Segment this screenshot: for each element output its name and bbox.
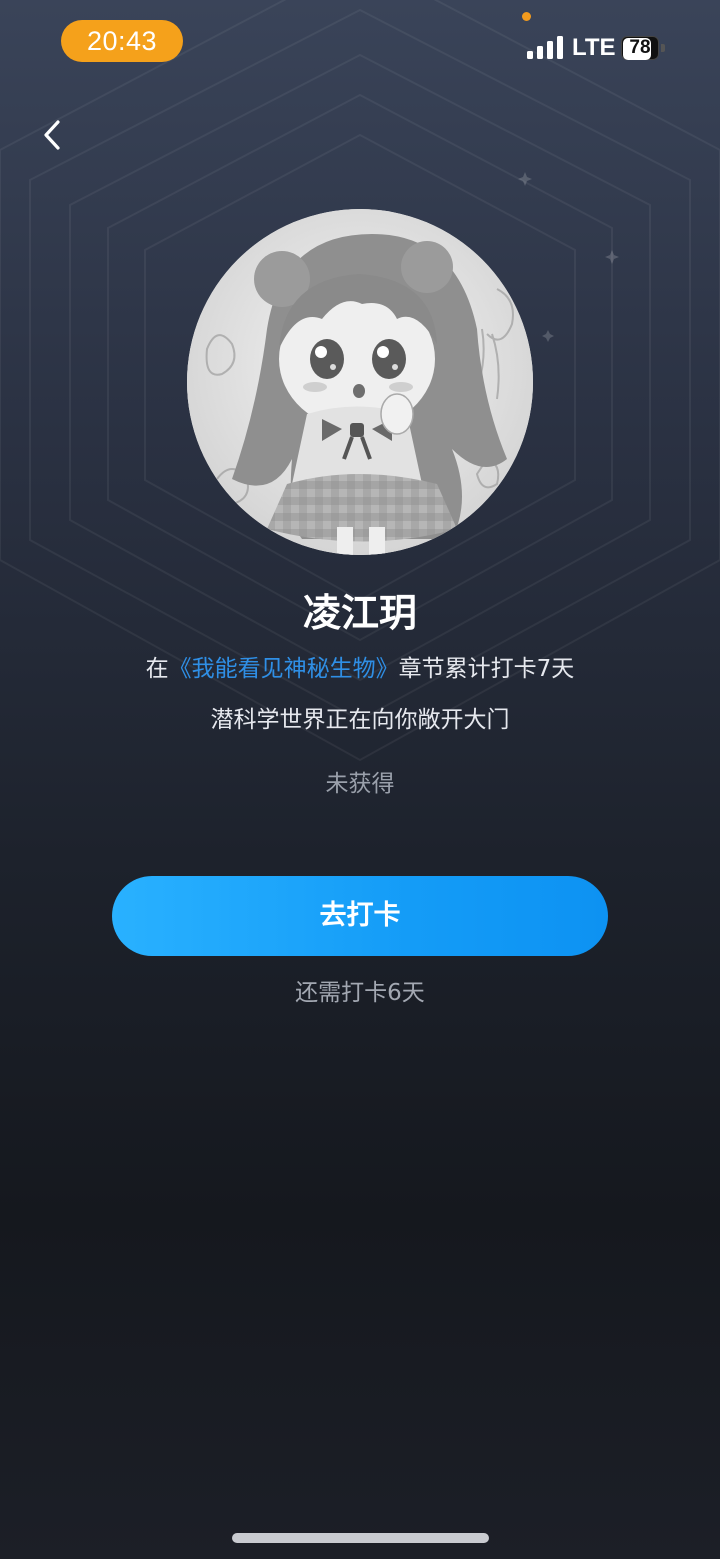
requirement-suffix: 章节累计打卡7天 <box>398 656 575 682</box>
back-button[interactable] <box>30 112 76 158</box>
anime-girl-illustration <box>187 209 533 555</box>
requirement-prefix: 在 <box>145 656 169 682</box>
chevron-left-icon <box>44 120 60 150</box>
home-indicator[interactable] <box>232 1533 489 1543</box>
status-bar: 20:43 LTE 78 <box>0 0 720 90</box>
battery-cap <box>661 44 665 52</box>
badge-status: 未获得 <box>325 771 395 797</box>
status-time: 20:43 <box>61 20 183 62</box>
battery-icon: 78 <box>621 36 665 60</box>
book-title-link[interactable]: 《我能看见神秘生物》 <box>169 656 399 682</box>
remaining-days-text: 还需打卡6天 <box>295 980 425 1006</box>
go-check-in-button[interactable]: 去打卡 <box>112 876 608 956</box>
badge-avatar-image <box>187 209 533 555</box>
cellular-signal-icon <box>527 36 563 59</box>
badge-title: 凌江玥 <box>302 591 417 635</box>
privacy-indicator-dot <box>522 12 531 21</box>
network-type-label: LTE <box>572 34 616 61</box>
badge-subtitle: 潜科学世界正在向你敞开大门 <box>210 707 510 733</box>
badge-requirement: 在《我能看见神秘生物》章节累计打卡7天 <box>0 652 720 686</box>
battery-percent: 78 <box>629 37 651 58</box>
